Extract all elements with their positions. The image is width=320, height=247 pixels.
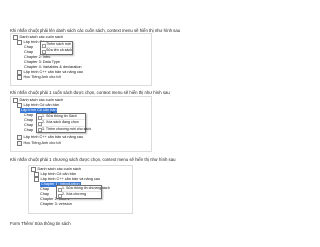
menu-item-icon <box>38 115 43 120</box>
caption-4: Form Thêm/ Sửa thông tin sách <box>10 221 71 226</box>
screenshot-chapter-selected-menu: Danh sách các cuốn sách Lập trình C# căn… <box>28 165 133 214</box>
expand-icon[interactable] <box>17 140 22 146</box>
caption-3: Khi nhấn chuột phải 1 chương sách được c… <box>10 157 176 162</box>
menu-item-rename-books[interactable]: Sửa tên cả sách <box>41 48 72 55</box>
menu-item-icon <box>42 49 47 55</box>
tree-chapter[interactable]: Chap <box>24 128 33 133</box>
menu-item-delete-chapter[interactable]: 2. Xóa chương <box>57 192 101 199</box>
expand-icon[interactable] <box>17 134 22 140</box>
caption-2: Khi nhấn chuột phải 1 cuốn sách được chọ… <box>10 90 170 95</box>
menu-item-icon <box>58 187 63 192</box>
menu-item-icon <box>58 193 63 199</box>
tree-book-2[interactable]: Lập trình C++ căn bản và nâng cao <box>17 134 83 140</box>
tree-book-3[interactable]: Học Tiếng Anh cho tốt <box>17 140 61 146</box>
context-menu: 1. Sửa thông tin Sách 2. Xóa sách đang c… <box>36 113 91 134</box>
screenshot-book-list-menu: Danh sách các cuốn sách Lập trình C# Cha… <box>10 33 152 86</box>
collapse-icon[interactable] <box>34 176 39 182</box>
context-menu: Thêm sách mới Sửa tên cả sách <box>40 41 73 55</box>
collapse-icon[interactable] <box>17 102 22 108</box>
screenshot-book-selected-menu: Danh sách các cuốn sách Lập trình C# căn… <box>10 96 152 152</box>
menu-item-icon <box>42 43 47 48</box>
menu-item-icon <box>38 121 43 127</box>
menu-item-icon <box>38 128 43 133</box>
expand-icon[interactable] <box>17 74 22 80</box>
context-menu: 1. Sửa thông tin chương sách 2. Xóa chươ… <box>56 185 110 199</box>
collapse-icon[interactable] <box>17 39 22 45</box>
menu-item-add-chapter[interactable]: 3. Thêm chương mới cho sách <box>37 127 91 133</box>
tree-book-3[interactable]: Học Tiếng Anh cho tốt <box>17 74 61 80</box>
tree-chapter[interactable]: Chapter 3: vehsion <box>40 202 72 207</box>
